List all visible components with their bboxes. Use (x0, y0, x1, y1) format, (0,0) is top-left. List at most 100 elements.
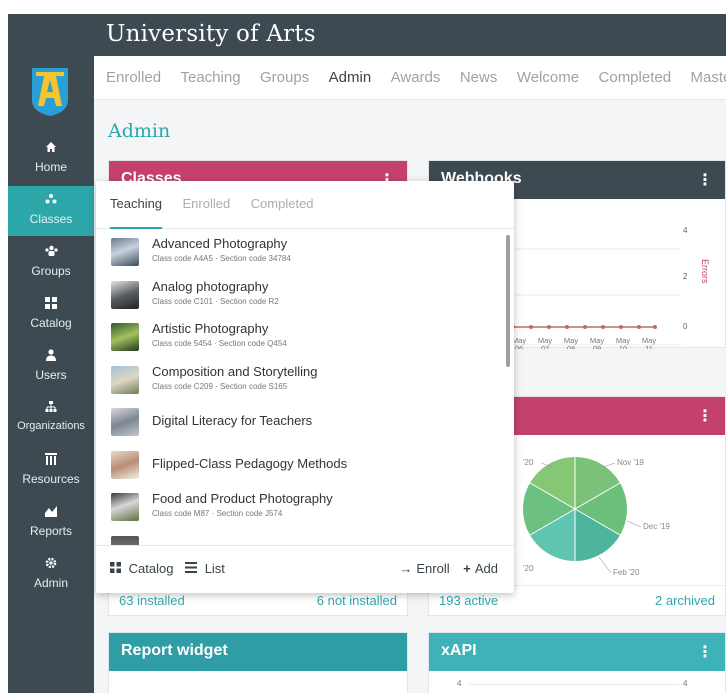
grid-line (469, 684, 679, 685)
tab-admin[interactable]: Admin (329, 56, 372, 99)
sidebar-item-organizations[interactable]: Organizations (8, 394, 94, 444)
list-icon (185, 561, 201, 576)
sidebar-item-users[interactable]: Users (8, 342, 94, 392)
more-options-icon[interactable]: ⋮ (697, 406, 713, 426)
add-class-button[interactable]: + Add (463, 561, 498, 576)
sidebar-item-resources[interactable]: Resources (8, 446, 94, 496)
list-item[interactable] (96, 527, 514, 545)
xapi-widget: xAPI ⋮ 4 4 (428, 632, 726, 693)
class-thumbnail (111, 450, 139, 479)
dropdown-tabs: Teaching Enrolled Completed (96, 181, 514, 229)
dropdown-tab-enrolled[interactable]: Enrolled (183, 181, 231, 227)
home-icon (8, 140, 94, 158)
data-point (547, 325, 551, 329)
more-options-icon[interactable]: ⋮ (697, 170, 713, 190)
sidebar-item-admin[interactable]: Admin (8, 550, 94, 600)
top-bar: University of Arts (8, 14, 726, 56)
list-item[interactable]: Advanced Photography Class code A4A5 · S… (96, 229, 514, 272)
tab-welcome[interactable]: Welcome (517, 56, 579, 99)
catalog-icon (8, 296, 94, 314)
enroll-button[interactable]: → Enroll (399, 561, 453, 576)
list-item[interactable]: Flipped-Class Pedagogy Methods (96, 442, 514, 485)
class-thumbnail (111, 535, 139, 545)
sidebar-item-classes[interactable]: Classes (8, 186, 94, 236)
grid-icon (110, 561, 125, 576)
tab-teaching[interactable]: Teaching (181, 56, 241, 99)
data-point (565, 325, 569, 329)
sidebar-item-reports[interactable]: Reports (8, 498, 94, 548)
dropdown-scrollbar[interactable] (506, 235, 510, 367)
gear-icon (8, 556, 94, 574)
plus-icon: + (463, 561, 471, 576)
catalog-view-button[interactable]: Catalog (110, 561, 177, 576)
x-tick: 06 (515, 344, 523, 349)
x-tick-labels: May 06 May 07 May 08 May 09 May 10 May 1… (512, 336, 656, 353)
list-item[interactable]: Composition and Storytelling Class code … (96, 357, 514, 400)
data-point (583, 325, 587, 329)
xapi-widget-header: xAPI ⋮ (429, 633, 725, 671)
report-widget: Report widget (108, 632, 408, 693)
class-thumbnail (111, 238, 139, 266)
x-tick: 09 (593, 344, 601, 349)
more-options-icon[interactable]: ⋮ (697, 642, 713, 662)
list-item[interactable]: Analog photography Class code C101 · Sec… (96, 272, 514, 315)
list-item[interactable]: Artistic Photography Class code 5454 · S… (96, 314, 514, 357)
tab-news[interactable]: News (460, 56, 498, 99)
tab-groups[interactable]: Groups (260, 56, 309, 99)
tab-awards[interactable]: Awards (391, 56, 441, 99)
class-list: Advanced Photography Class code A4A5 · S… (96, 229, 514, 545)
user-icon (8, 348, 94, 366)
sidebar-item-groups[interactable]: Groups (8, 238, 94, 288)
class-thumbnail (111, 408, 139, 436)
data-point (637, 325, 641, 329)
dropdown-tab-completed[interactable]: Completed (251, 181, 314, 227)
list-item[interactable]: Food and Product Photography Class code … (96, 484, 514, 527)
report-widget-header: Report widget (109, 633, 407, 671)
tab-enrolled[interactable]: Enrolled (106, 56, 161, 99)
x-tick: 10 (619, 344, 627, 349)
sidebar: Home Classes Groups Catalog Users Organi… (8, 56, 94, 693)
x-tick: 07 (541, 344, 549, 349)
y-axis-label: Errors (700, 259, 710, 284)
class-thumbnail (111, 365, 139, 394)
pie-label: Dec '19 (643, 522, 670, 531)
list-view-button[interactable]: List (185, 561, 225, 576)
main-tabs: Enrolled Teaching Groups Admin Awards Ne… (94, 56, 726, 100)
data-point (619, 325, 623, 329)
archived-count-link[interactable]: 2 archived (655, 593, 715, 608)
organizations-icon (8, 400, 94, 418)
arrow-right-icon: → (399, 561, 413, 576)
list-item[interactable]: Digital Literacy for Teachers (96, 399, 514, 442)
data-point (529, 325, 533, 329)
pie-label: Nov '19 (617, 458, 644, 467)
y-tick: 2 (683, 272, 688, 281)
page-title: Admin (108, 120, 171, 142)
classes-dropdown: Teaching Enrolled Completed Advanced Pho… (96, 181, 514, 593)
y-tick: 4 (683, 226, 688, 235)
not-installed-count-link[interactable]: 6 not installed (317, 593, 397, 608)
classes-icon (8, 192, 94, 210)
app-title: University of Arts (106, 21, 316, 47)
dropdown-footer: Catalog List → Enroll + Add (96, 545, 514, 593)
pie-label: Feb '20 (613, 568, 640, 577)
resources-icon (8, 452, 94, 470)
active-count-link[interactable]: 193 active (439, 593, 498, 608)
tab-mastery[interactable]: Mastery (691, 56, 726, 99)
class-thumbnail (111, 280, 139, 309)
y-tick: 4 (457, 679, 462, 688)
sidebar-item-catalog[interactable]: Catalog (8, 290, 94, 340)
sidebar-item-home[interactable]: Home (8, 134, 94, 184)
x-tick: 08 (567, 344, 575, 349)
class-thumbnail (111, 493, 139, 521)
installed-count-link[interactable]: 63 installed (119, 593, 185, 608)
x-tick: 11 (645, 344, 653, 349)
tab-completed[interactable]: Completed (599, 56, 672, 99)
y-tick: 4 (683, 679, 688, 688)
pie-label: '20 (523, 458, 534, 467)
data-point (601, 325, 605, 329)
groups-icon (8, 244, 94, 262)
reports-icon (8, 504, 94, 522)
data-point (653, 325, 657, 329)
dropdown-tab-teaching[interactable]: Teaching (110, 181, 163, 229)
university-logo[interactable] (30, 66, 70, 118)
